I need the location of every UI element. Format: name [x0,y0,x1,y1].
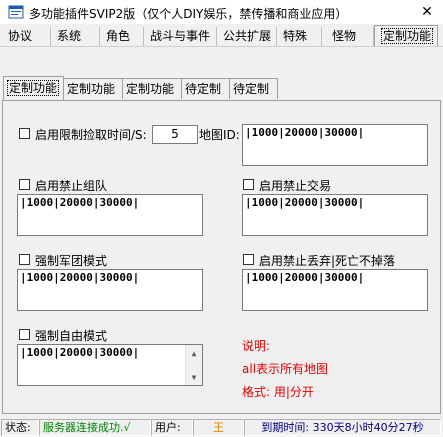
expiry-time: 到期时间: 330天8小时40分27秒 [244,419,441,436]
ban-drop-checkbox[interactable] [243,254,254,265]
force-free-scrollbar[interactable]: ▲ ▼ [185,345,202,385]
force-free-label: 强制自由模式 [35,329,108,343]
close-button[interactable]: ✕ [411,0,443,24]
tab-character[interactable]: 角色 [100,27,144,46]
ban-drop-label: 启用禁止丢弃|死亡不掉落 [259,254,396,268]
tab-system[interactable]: 系统 [51,27,100,46]
pickup-limit-checkbox[interactable] [19,128,30,139]
subtab-pending-2[interactable]: 待定制 [230,78,278,99]
ban-team-map-ids-value[interactable]: |1000|20000|30000| [20,196,200,209]
force-legion-map-ids-value[interactable]: |1000|20000|30000| [20,271,200,284]
scroll-down-icon[interactable]: ▼ [186,369,202,385]
notes-title: 说明: [242,339,271,353]
user-name: 王 [193,419,244,436]
window-title: 多功能插件SVIP2版（仅个人DIY娱乐，禁传播和商业应用） [29,7,348,21]
ban-trade-map-ids-value[interactable]: |1000|20000|30000| [245,196,425,209]
subtab-pending-1[interactable]: 待定制 [182,78,230,99]
pickup-map-ids-field[interactable]: |1000|20000|30000| [242,124,428,166]
connection-status: 服务器连接成功.√ [39,419,151,436]
ban-team-label: 启用禁止组队 [35,179,108,193]
ban-drop-map-ids-value[interactable]: |1000|20000|30000| [245,271,425,284]
ban-trade-map-ids-field[interactable]: |1000|20000|30000| [242,194,428,236]
force-legion-map-ids-field[interactable]: |1000|20000|30000| [17,269,203,311]
subtab-custom-1[interactable]: 定制功能 [3,76,64,100]
app-icon [8,4,24,20]
scroll-up-icon[interactable]: ▲ [186,345,202,361]
force-legion-checkbox[interactable] [19,254,30,265]
subtab-custom-3[interactable]: 定制功能 [123,78,182,99]
tab-custom-features[interactable]: 定制功能 [374,25,438,47]
status-label: 状态: [1,419,39,436]
custom-features-panel: 启用限制捡取时间/S: 5 地图ID: |1000|20000|30000| 启… [2,100,441,414]
tab-monster[interactable]: 怪物 [322,27,374,46]
main-tab-bar: 协议 系统 角色 战斗与事件 公共扩展 特殊 怪物 定制功能 [0,24,443,47]
pickup-time-input[interactable]: 5 [152,125,198,144]
status-bar: 状态: 服务器连接成功.√ 用户: 王 到期时间: 330天8小时40分27秒 [0,417,443,437]
tab-special[interactable]: 特殊 [277,27,322,46]
ban-trade-label: 启用禁止交易 [259,179,332,193]
tab-public-extension[interactable]: 公共扩展 [217,27,277,46]
tab-protocol[interactable]: 协议 [2,27,51,46]
sub-tab-bar: 定制功能 定制功能 定制功能 待定制 待定制 [0,76,443,100]
app-window: 多功能插件SVIP2版（仅个人DIY娱乐，禁传播和商业应用） ✕ 协议 系统 角… [0,0,443,437]
close-icon[interactable]: ✕ [421,4,433,20]
ban-team-checkbox[interactable] [19,179,30,190]
ban-team-map-ids-field[interactable]: |1000|20000|30000| [17,194,203,236]
tab-divider [0,46,443,47]
title-bar: 多功能插件SVIP2版（仅个人DIY娱乐，禁传播和商业应用） ✕ [0,0,443,24]
user-label: 用户: [151,419,193,436]
map-id-label: 地图ID: [199,128,240,142]
subtab-custom-2[interactable]: 定制功能 [64,78,123,99]
force-free-checkbox[interactable] [19,329,30,340]
ban-drop-map-ids-field[interactable]: |1000|20000|30000| [242,269,428,311]
force-legion-label: 强制军团模式 [35,254,108,268]
tab-battle-events[interactable]: 战斗与事件 [144,27,217,46]
force-free-map-ids-field[interactable]: |1000|20000|30000| ▲ ▼ [17,344,203,386]
force-free-map-ids-value[interactable]: |1000|20000|30000| [20,346,200,359]
notes-line-all-maps: all表示所有地图 [242,362,329,376]
pickup-limit-label: 启用限制捡取时间/S: [35,128,147,142]
notes-line-format: 格式: 用|分开 [242,385,314,399]
ban-trade-checkbox[interactable] [243,179,254,190]
pickup-map-ids-value[interactable]: |1000|20000|30000| [245,126,425,139]
